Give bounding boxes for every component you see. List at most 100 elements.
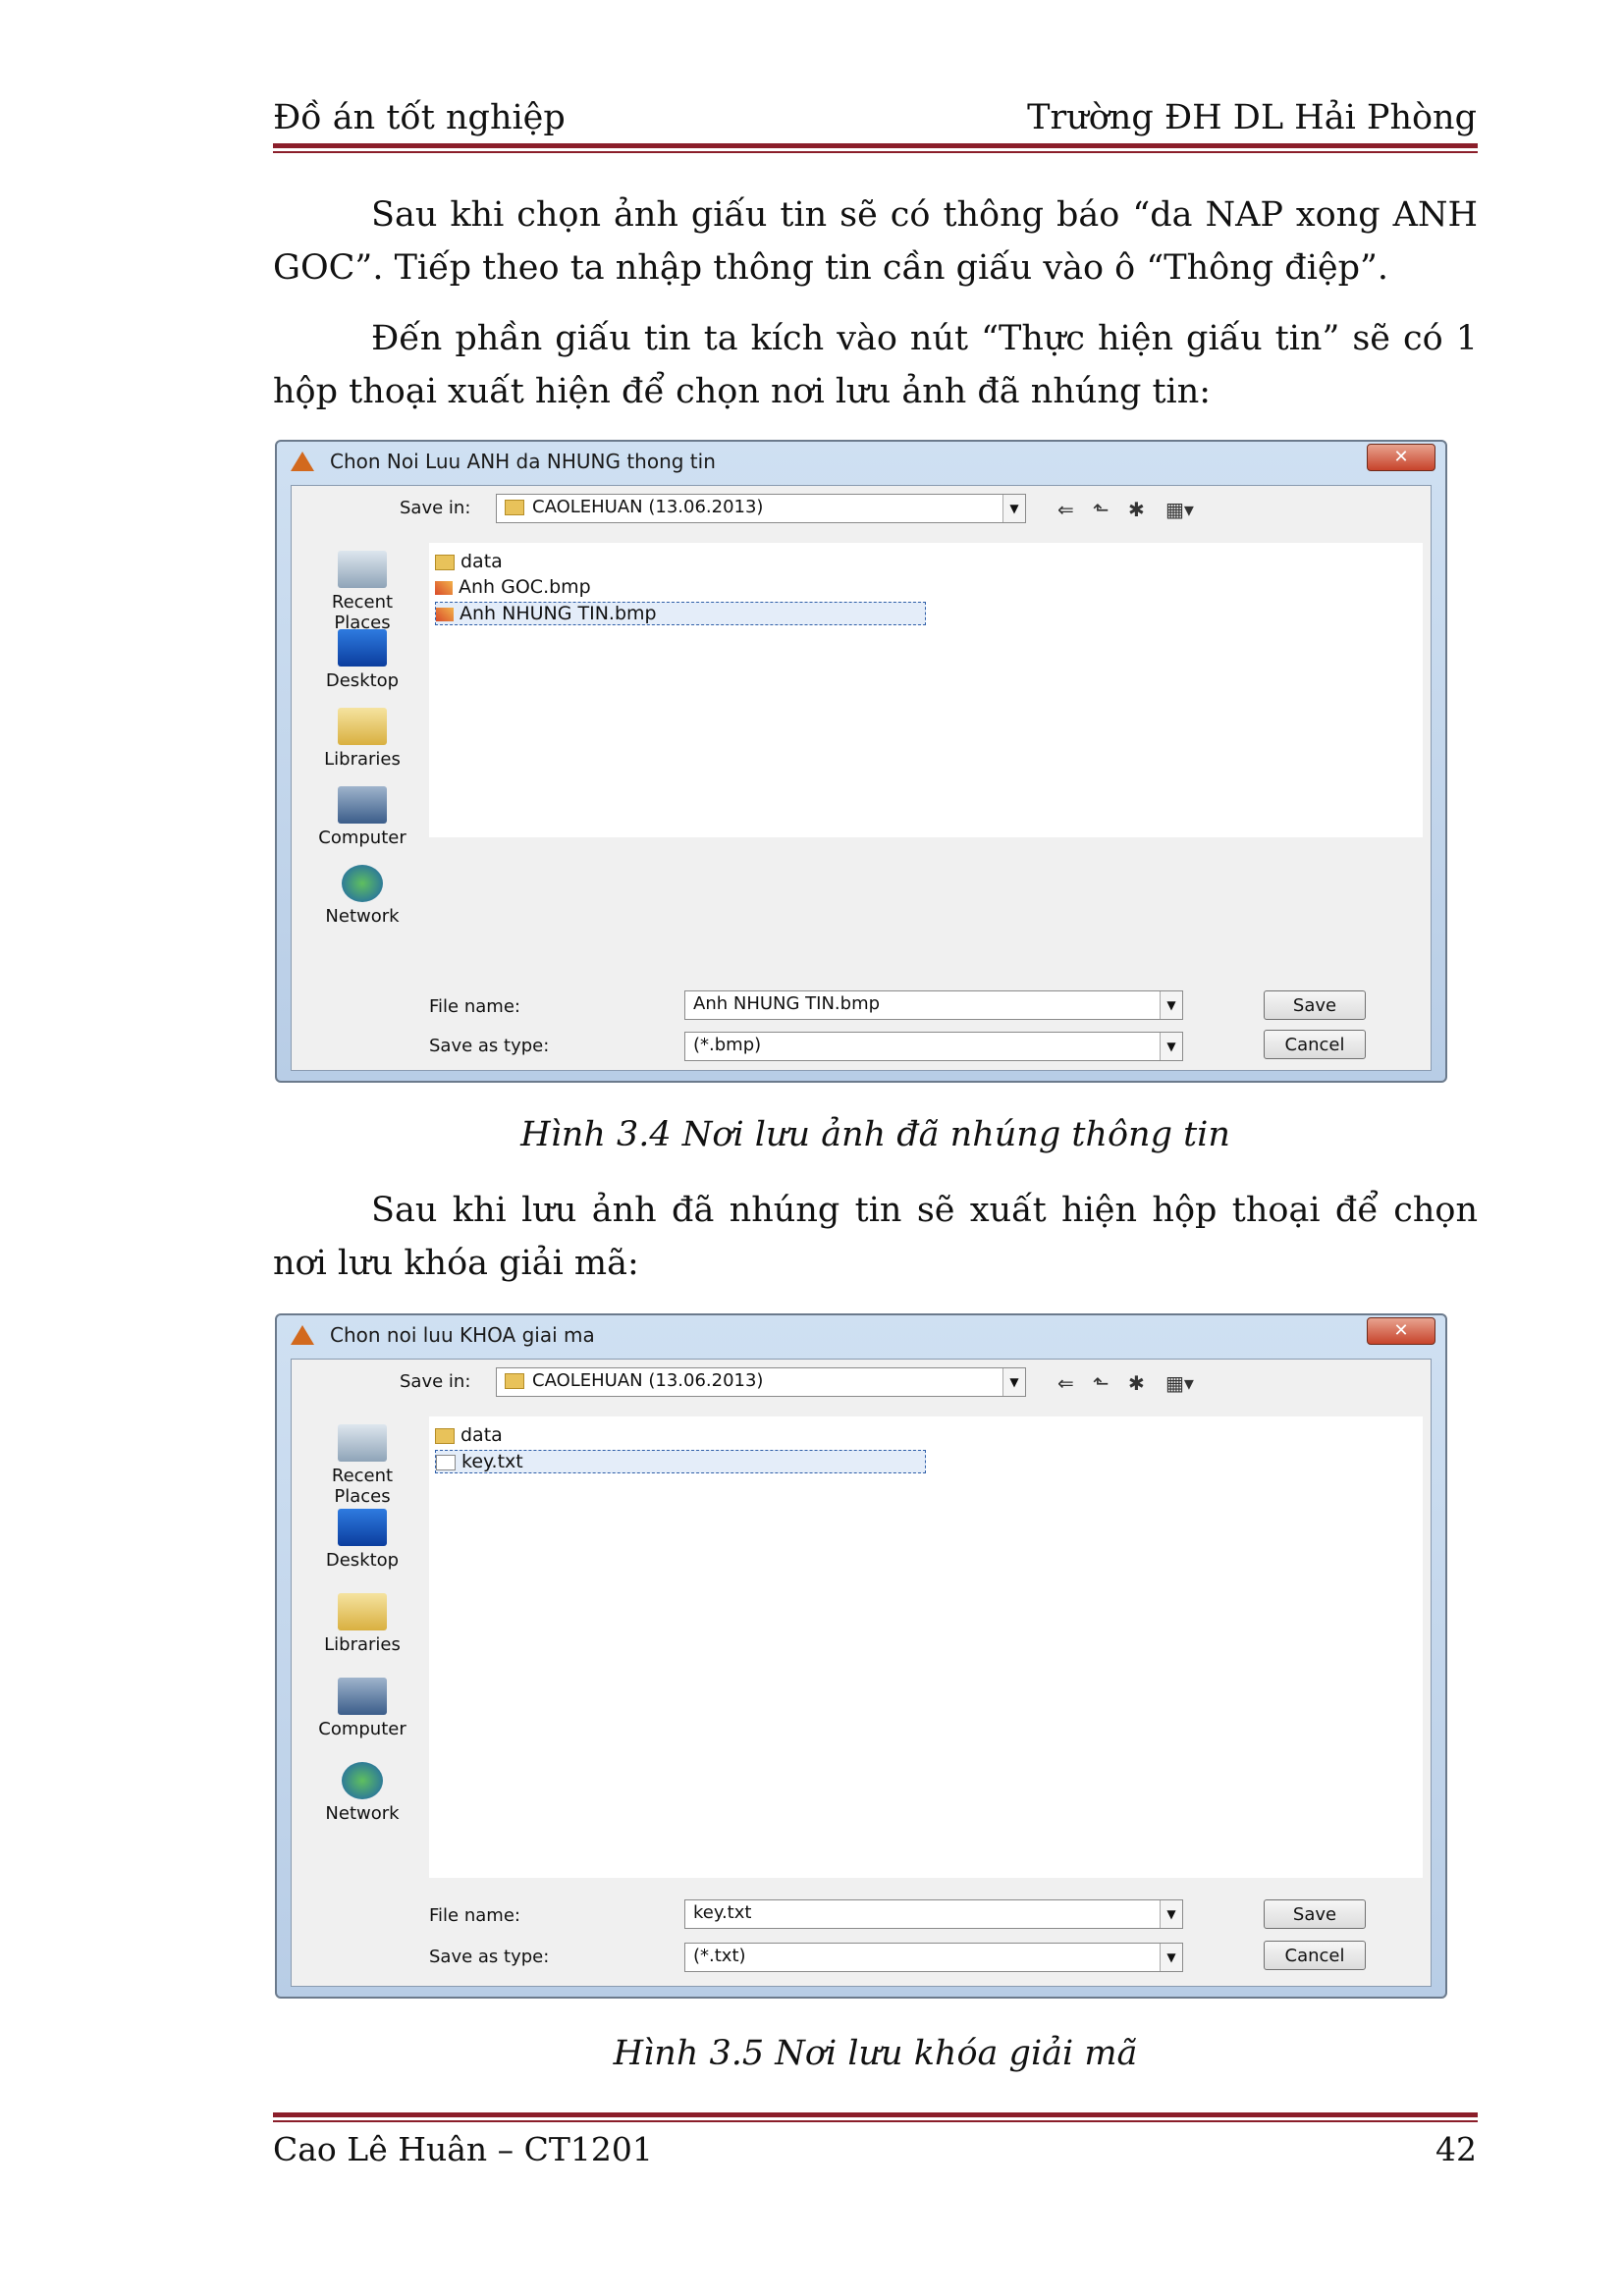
folder-icon [505, 1373, 524, 1389]
save-dialog-image: Chon Noi Luu ANH da NHUNG thong tin ✕ Sa… [275, 440, 1447, 1083]
save-in-value: CAOLEHUAN (13.06.2013) [532, 497, 764, 517]
back-icon[interactable]: ⇐ [1057, 1371, 1074, 1395]
file-name-label: File name: [429, 996, 520, 1017]
place-computer[interactable]: Computer [303, 786, 421, 848]
list-item[interactable]: data [435, 1424, 503, 1446]
place-label: Network [325, 906, 400, 927]
network-icon [342, 1762, 383, 1799]
file-name-input[interactable]: Anh NHUNG TIN.bmp ▼ [684, 990, 1183, 1020]
save-type-select[interactable]: (*.bmp) ▼ [684, 1032, 1183, 1061]
file-label: key.txt [461, 1451, 523, 1472]
list-item[interactable]: Anh GOC.bmp [435, 576, 591, 598]
place-label: Recent Places [331, 1466, 394, 1507]
text-file-icon [436, 1454, 456, 1470]
place-computer[interactable]: Computer [303, 1678, 421, 1739]
up-folder-icon[interactable]: ⬑ [1093, 498, 1110, 521]
header-title-left: Đồ án tốt nghiệp [273, 98, 566, 137]
file-name-label: File name: [429, 1905, 520, 1926]
save-button[interactable]: Save [1264, 990, 1366, 1020]
place-label: Desktop [325, 1550, 400, 1571]
file-name-value: key.txt [693, 1902, 752, 1923]
matlab-icon [291, 1325, 314, 1345]
computer-icon [338, 786, 387, 824]
save-type-value: (*.bmp) [693, 1035, 762, 1055]
bitmap-file-icon [436, 607, 454, 621]
place-desktop[interactable]: Desktop [303, 629, 421, 691]
place-recent[interactable]: Recent Places [303, 551, 421, 633]
recent-places-icon [338, 551, 387, 588]
header-rule [273, 143, 1478, 148]
new-folder-icon[interactable]: ✱ [1128, 1371, 1145, 1395]
chevron-down-icon[interactable]: ▼ [1160, 1944, 1182, 1971]
folder-icon [435, 554, 455, 570]
list-item-selected[interactable]: Anh NHUNG TIN.bmp [435, 602, 926, 625]
list-item[interactable]: data [435, 551, 503, 572]
save-in-label: Save in: [400, 1371, 471, 1392]
page-number: 42 [1435, 2130, 1477, 2168]
cancel-button[interactable]: Cancel [1264, 1941, 1366, 1970]
save-in-value: CAOLEHUAN (13.06.2013) [532, 1370, 764, 1391]
folder-icon [435, 1427, 455, 1444]
place-network[interactable]: Network [303, 865, 421, 927]
desktop-icon [338, 1509, 387, 1546]
new-folder-icon[interactable]: ✱ [1128, 498, 1145, 521]
file-list[interactable]: data key.txt [429, 1416, 1423, 1878]
folder-icon [505, 500, 524, 515]
file-label: data [460, 551, 503, 572]
place-label: Recent Places [331, 592, 394, 633]
view-menu-icon[interactable]: ▦▾ [1165, 498, 1194, 521]
footer-rule [273, 2112, 1478, 2117]
place-recent[interactable]: Recent Places [303, 1424, 421, 1507]
close-button[interactable]: ✕ [1367, 444, 1435, 471]
view-menu-icon[interactable]: ▦▾ [1165, 1371, 1194, 1395]
save-in-combo[interactable]: CAOLEHUAN (13.06.2013) ▼ [496, 494, 1026, 523]
up-folder-icon[interactable]: ⬑ [1093, 1371, 1110, 1395]
save-dialog-key: Chon noi luu KHOA giai ma ✕ Save in: CAO… [275, 1313, 1447, 1999]
dialog-title: Chon Noi Luu ANH da NHUNG thong tin [330, 450, 716, 473]
back-icon[interactable]: ⇐ [1057, 498, 1074, 521]
place-network[interactable]: Network [303, 1762, 421, 1824]
place-label: Libraries [324, 749, 401, 770]
place-libraries[interactable]: Libraries [303, 708, 421, 770]
chevron-down-icon[interactable]: ▼ [1002, 1368, 1025, 1396]
place-label: Network [325, 1803, 400, 1824]
place-label: Libraries [324, 1634, 401, 1655]
paragraph-1: Sau khi chọn ảnh giấu tin sẽ có thông bá… [273, 195, 1478, 288]
file-name-input[interactable]: key.txt ▼ [684, 1899, 1183, 1929]
list-item-selected[interactable]: key.txt [435, 1450, 926, 1473]
header-rule-thin [273, 151, 1478, 153]
recent-places-icon [338, 1424, 387, 1462]
file-label: Anh NHUNG TIN.bmp [460, 603, 657, 624]
chevron-down-icon[interactable]: ▼ [1002, 495, 1025, 522]
computer-icon [338, 1678, 387, 1715]
close-button[interactable]: ✕ [1367, 1317, 1435, 1345]
save-in-label: Save in: [400, 498, 471, 518]
chevron-down-icon[interactable]: ▼ [1160, 991, 1182, 1019]
dialog-client: Save in: CAOLEHUAN (13.06.2013) ▼ ⇐ ⬑ ✱ … [291, 485, 1432, 1071]
matlab-icon [291, 452, 314, 471]
place-desktop[interactable]: Desktop [303, 1509, 421, 1571]
place-libraries[interactable]: Libraries [303, 1593, 421, 1655]
chevron-down-icon[interactable]: ▼ [1160, 1900, 1182, 1928]
dialog-titlebar[interactable]: Chon noi luu KHOA giai ma ✕ [277, 1315, 1445, 1355]
figure-caption-2: Hình 3.5 Nơi lưu khóa giải mã [613, 2034, 1138, 2073]
save-type-select[interactable]: (*.txt) ▼ [684, 1943, 1183, 1972]
file-label: data [460, 1424, 503, 1446]
save-type-value: (*.txt) [693, 1946, 746, 1966]
dialog-titlebar[interactable]: Chon Noi Luu ANH da NHUNG thong tin ✕ [277, 442, 1445, 481]
place-label: Desktop [325, 670, 400, 691]
dialog-title: Chon noi luu KHOA giai ma [330, 1323, 595, 1347]
save-type-label: Save as type: [429, 1036, 550, 1056]
header-title-right: Trường ĐH DL Hải Phòng [1027, 98, 1477, 137]
cancel-button[interactable]: Cancel [1264, 1030, 1366, 1059]
file-name-value: Anh NHUNG TIN.bmp [693, 993, 881, 1014]
file-label: Anh GOC.bmp [459, 576, 591, 598]
chevron-down-icon[interactable]: ▼ [1160, 1033, 1182, 1060]
save-button[interactable]: Save [1264, 1899, 1366, 1929]
desktop-icon [338, 629, 387, 667]
file-list[interactable]: data Anh GOC.bmp Anh NHUNG TIN.bmp [429, 543, 1423, 837]
network-icon [342, 865, 383, 902]
libraries-icon [338, 1593, 387, 1630]
place-label: Computer [318, 828, 406, 848]
save-in-combo[interactable]: CAOLEHUAN (13.06.2013) ▼ [496, 1367, 1026, 1397]
